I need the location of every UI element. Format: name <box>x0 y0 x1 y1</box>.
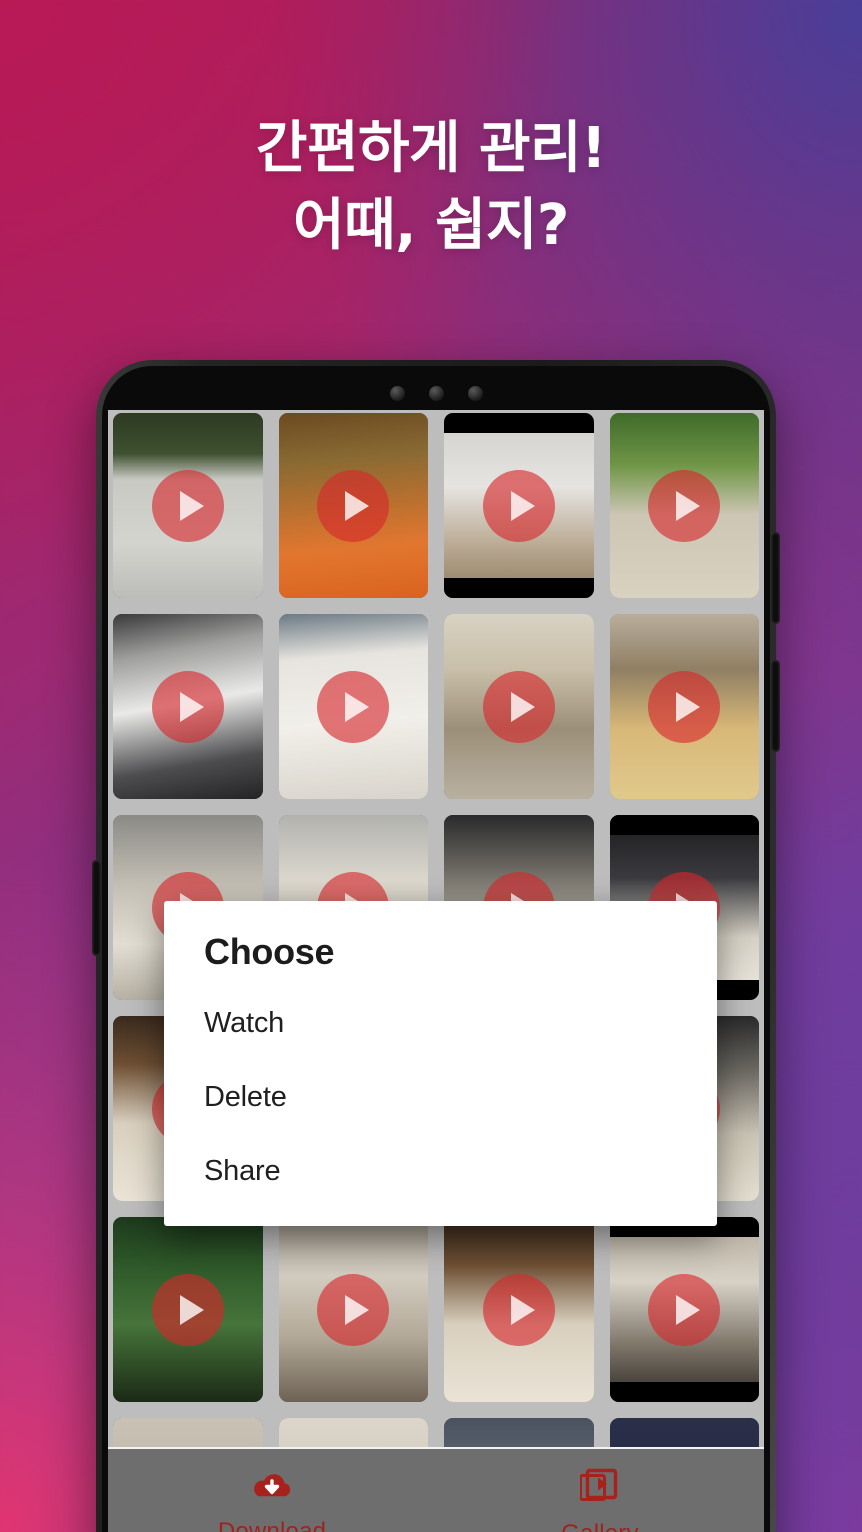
camera-dot-2 <box>428 386 444 401</box>
dialog-option-delete[interactable]: Delete <box>204 1081 677 1114</box>
cloud-download-icon <box>250 1470 294 1504</box>
video-library-icon <box>579 1468 620 1506</box>
phone-mockup: Choose Watch Delete Share Download <box>92 360 780 1532</box>
dialog-title: Choose <box>204 931 335 972</box>
nav-item-gallery[interactable]: Gallery <box>436 1449 764 1532</box>
camera-dot-1 <box>389 386 405 401</box>
nav-label-gallery: Gallery <box>561 1520 638 1532</box>
promo-headline: 간편하게 관리! 어때, 쉽지? <box>0 110 862 265</box>
volume-down-button[interactable] <box>771 660 780 752</box>
front-camera-dots <box>102 386 770 401</box>
headline-line-2: 어때, 쉽지? <box>293 193 569 259</box>
headline-line-1: 간편하게 관리! <box>255 116 607 181</box>
choose-dialog: Choose Watch Delete Share <box>164 901 717 1226</box>
dialog-option-share[interactable]: Share <box>204 1155 677 1188</box>
volume-up-button[interactable] <box>771 532 780 624</box>
phone-bezel: Choose Watch Delete Share Download <box>102 366 770 1532</box>
dialog-option-watch[interactable]: Watch <box>204 1007 677 1040</box>
bottom-navigation-bar: Download Gallery <box>108 1447 764 1532</box>
nav-label-download: Download <box>217 1517 327 1532</box>
power-button[interactable] <box>92 860 101 956</box>
camera-dot-3 <box>467 386 483 401</box>
app-screen: Choose Watch Delete Share Download <box>108 410 764 1532</box>
nav-item-download[interactable]: Download <box>108 1449 436 1532</box>
